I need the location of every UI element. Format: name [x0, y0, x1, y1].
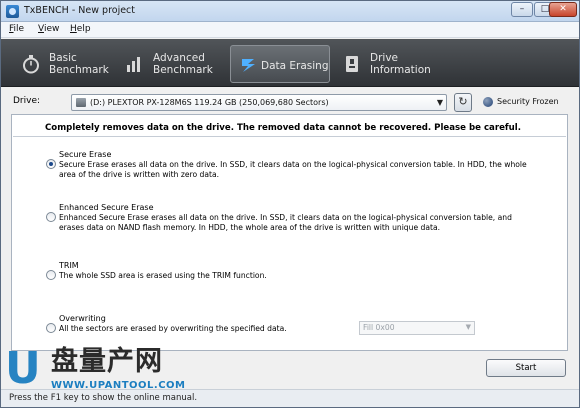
radio-overwriting[interactable] [46, 323, 56, 333]
watermark-logo: U 盘量产网 WWW.UPANTOOL.COM [5, 343, 185, 399]
start-button[interactable]: Start [486, 359, 566, 377]
main-toolbar: Basic Benchmark Advanced Benchmark Data … [1, 39, 579, 87]
watermark-chinese: 盘量产网 [51, 346, 163, 377]
refresh-icon: ↻ [458, 95, 468, 108]
tab-label: Advanced Benchmark [153, 52, 213, 76]
close-button[interactable]: ✕ [549, 2, 577, 17]
minimize-button[interactable]: – [511, 2, 533, 17]
tab-label: Data Erasing [261, 60, 329, 72]
option-description: The whole SSD area is erased using the T… [59, 271, 267, 280]
fill-pattern-select[interactable]: Fill 0x00 ▼ [359, 321, 475, 335]
menu-help[interactable]: Help [70, 24, 91, 34]
erase-options-panel: Completely removes data on the drive. Th… [11, 114, 568, 351]
security-status-icon [483, 97, 493, 107]
fill-pattern-value: Fill 0x00 [363, 323, 395, 332]
option-title: Secure Erase [59, 150, 112, 159]
radio-secure-erase[interactable] [46, 159, 56, 169]
menu-view[interactable]: View [38, 24, 59, 34]
drive-select[interactable]: (D:) PLEXTOR PX-128M6S 119.24 GB (250,06… [71, 94, 447, 111]
warning-text: Completely removes data on the drive. Th… [45, 123, 521, 133]
option-title: Enhanced Secure Erase [59, 203, 154, 212]
option-title: Overwriting [59, 314, 106, 323]
app-logo-icon [6, 5, 19, 18]
option-description: Enhanced Secure Erase erases all data on… [59, 213, 512, 232]
watermark-url: WWW.UPANTOOL.COM [51, 380, 186, 391]
radio-enhanced-secure-erase[interactable] [46, 212, 56, 222]
refresh-button[interactable]: ↻ [454, 93, 472, 112]
tab-drive-information[interactable]: Drive Information [334, 45, 434, 83]
drive-info-icon [346, 56, 358, 72]
watermark-letter: U [5, 343, 41, 394]
drive-select-value: (D:) PLEXTOR PX-128M6S 119.24 GB (250,06… [90, 98, 329, 107]
radio-trim[interactable] [46, 270, 56, 280]
window-title: TxBENCH - New project [24, 5, 136, 16]
app-window: TxBENCH - New project – □ ✕ File View He… [0, 0, 580, 408]
tab-data-erasing[interactable]: Data Erasing [230, 45, 330, 83]
disk-icon [76, 98, 86, 107]
bar-chart-icon [127, 57, 140, 72]
erase-icon [242, 59, 255, 72]
chevron-down-icon: ▼ [465, 323, 471, 331]
tab-advanced-benchmark[interactable]: Advanced Benchmark [117, 45, 227, 83]
divider [13, 136, 566, 137]
menu-bar: File View Help [1, 22, 579, 38]
tab-label: Drive Information [370, 52, 431, 76]
chevron-down-icon: ▼ [436, 98, 443, 107]
tab-label: Basic Benchmark [49, 52, 109, 76]
drive-label: Drive: [13, 96, 41, 106]
title-bar: TxBENCH - New project – □ ✕ [1, 1, 579, 22]
tab-basic-benchmark[interactable]: Basic Benchmark [13, 45, 113, 83]
stopwatch-icon [23, 55, 39, 74]
menu-file[interactable]: File [9, 24, 24, 34]
option-description: Secure Erase erases all data on the driv… [59, 160, 527, 179]
option-title: TRIM [59, 261, 79, 270]
security-status-text: Security Frozen [497, 97, 559, 106]
